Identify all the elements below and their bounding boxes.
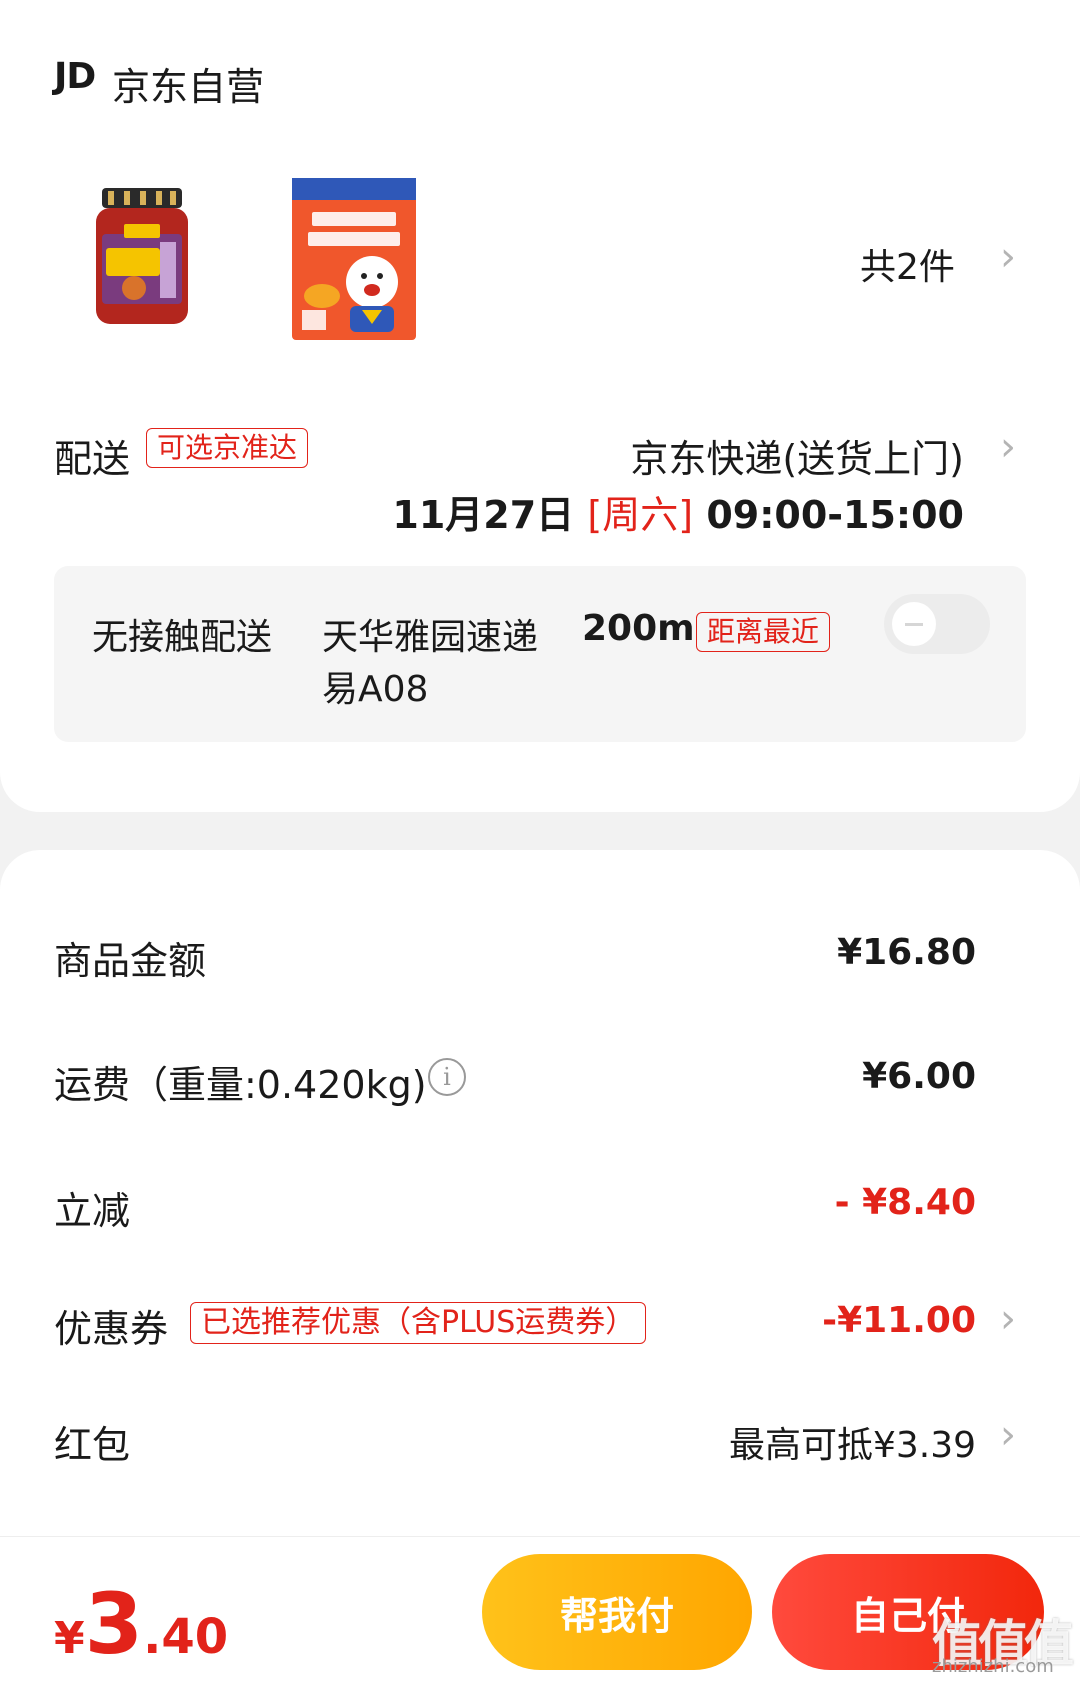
- instant-discount-value: - ¥8.40: [834, 1182, 976, 1223]
- chevron-right-icon[interactable]: ›: [1000, 424, 1016, 470]
- info-icon[interactable]: i: [428, 1058, 466, 1096]
- bag-product-image[interactable]: [292, 178, 416, 340]
- pickup-station-code: 易A08: [322, 669, 429, 710]
- delivery-time[interactable]: 11月27日 [周六] 09:00-15:00: [392, 484, 964, 539]
- toggle-knob: [892, 602, 936, 646]
- contactless-toggle[interactable]: [884, 594, 990, 654]
- delivery-label: 配送: [54, 437, 131, 481]
- contactless-label: 无接触配送: [92, 617, 273, 658]
- instant-discount-label: 立减: [54, 1189, 131, 1233]
- pickup-station-name: 天华雅园速递: [322, 617, 539, 658]
- delivery-date: 11月27日: [392, 493, 575, 537]
- chevron-right-icon[interactable]: ›: [1000, 234, 1016, 280]
- total-integer: 3: [84, 1575, 144, 1673]
- store-name: 京东自营: [112, 65, 265, 109]
- chevron-right-icon[interactable]: ›: [1000, 1412, 1016, 1458]
- red-packet-value[interactable]: 最高可抵¥3.39: [729, 1416, 976, 1468]
- watermark-url: zhizhizhi.com: [932, 1656, 1054, 1677]
- item-count[interactable]: 共2件: [860, 238, 955, 290]
- red-packet-label: 红包: [54, 1423, 131, 1467]
- jd-logo: JD: [54, 56, 96, 97]
- delivery-window: 09:00-15:00: [706, 493, 964, 537]
- delivery-method[interactable]: 京东快递(送货上门): [630, 428, 964, 483]
- coupon-value[interactable]: -¥11.00: [822, 1300, 976, 1341]
- goods-amount-label: 商品金额: [54, 939, 207, 983]
- total-currency: ¥: [54, 1613, 85, 1664]
- pickup-distance: 200m: [582, 608, 695, 649]
- jar-product-image[interactable]: [94, 188, 190, 328]
- nearest-badge: 距离最近: [696, 612, 831, 652]
- delivery-option-tag[interactable]: 可选京准达: [146, 428, 309, 468]
- coupon-label: 优惠券: [54, 1307, 169, 1351]
- total-decimal: .40: [143, 1609, 229, 1665]
- shipping-fee-value: ¥6.00: [862, 1056, 976, 1097]
- help-pay-button[interactable]: 帮我付: [482, 1554, 752, 1670]
- goods-amount-value: ¥16.80: [837, 932, 976, 973]
- coupon-selected-tag[interactable]: 已选推荐优惠（含PLUS运费券）: [190, 1302, 647, 1344]
- delivery-weekday: [周六]: [587, 493, 694, 537]
- shipping-fee-label: 运费（重量:0.420kg): [54, 1063, 427, 1107]
- chevron-right-icon[interactable]: ›: [1000, 1296, 1016, 1342]
- total-amount: ¥3.40: [54, 1582, 228, 1666]
